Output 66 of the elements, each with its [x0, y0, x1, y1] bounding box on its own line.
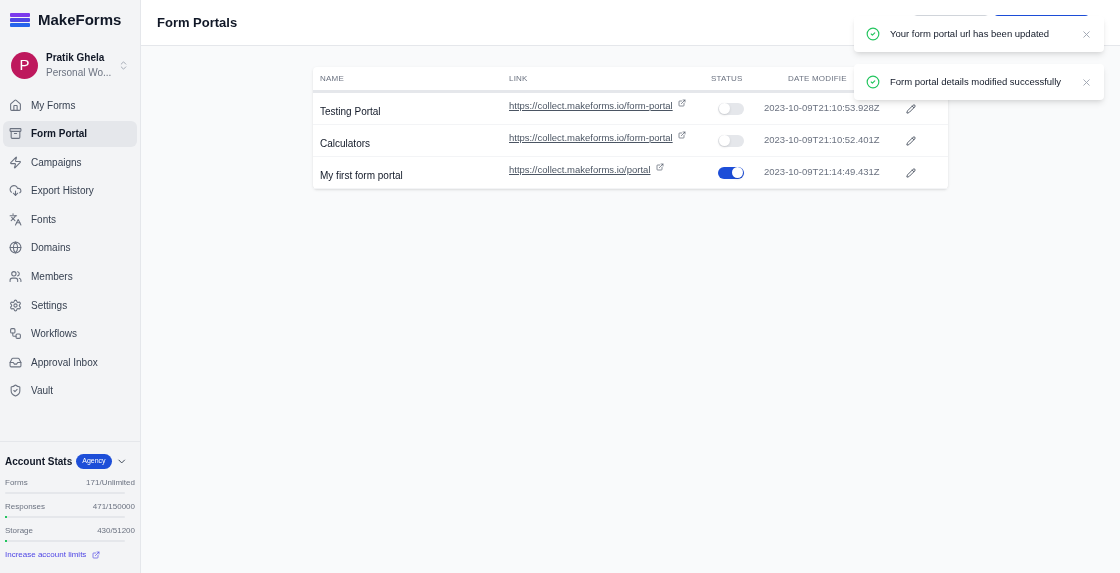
sidebar-item[interactable]: Fonts [3, 206, 137, 233]
globe-icon [9, 241, 22, 255]
tray-icon [9, 127, 22, 141]
column-header: DATE MODIFIE [788, 72, 847, 85]
column-header: STATUS [711, 72, 744, 85]
external-link-icon[interactable] [677, 99, 686, 108]
translate-icon [9, 212, 22, 226]
date-modified: 2023-10-09T21:10:53.928Z [764, 101, 881, 116]
shield-icon [9, 384, 22, 398]
portal-name: Calculators [319, 136, 372, 151]
sidebar-item[interactable]: Export History [3, 177, 137, 204]
workspace-name: Personal Wo... [46, 66, 110, 80]
sidebar-item[interactable]: My Forms [3, 92, 137, 118]
stat-value: 430/51200 [97, 525, 135, 537]
status-toggle[interactable] [718, 102, 744, 115]
sidebar-item[interactable]: Approval Inbox [3, 349, 137, 376]
portal-link[interactable]: https://collect.makeforms.io/form-portal [509, 131, 673, 146]
stat-label: Storage [5, 525, 34, 537]
portal-name: My first form portal [319, 168, 404, 183]
external-link-icon[interactable] [92, 551, 101, 559]
user-name: Pratik Ghela [46, 51, 106, 65]
settings-icon [9, 298, 22, 312]
close-icon[interactable] [1081, 76, 1092, 88]
lightning-icon [9, 155, 22, 169]
brand-name: MakeForms [38, 9, 122, 30]
cloud-download-icon [9, 184, 22, 198]
inbox-icon [9, 355, 22, 369]
toast-message: Form portal details modified successfully [890, 74, 1063, 89]
chevrons-icon[interactable] [118, 59, 129, 71]
user-avatar: P [11, 51, 38, 79]
sidebar-item[interactable]: Settings [3, 292, 137, 319]
users-icon [9, 270, 22, 284]
edit-icon[interactable] [906, 103, 916, 114]
external-link-icon[interactable] [655, 163, 664, 172]
sidebar-item[interactable]: Vault [3, 377, 137, 404]
toast-message: Your form portal url has been updated [890, 26, 1051, 41]
stat-value: 471/150000 [92, 501, 135, 513]
external-link-icon[interactable] [677, 131, 686, 140]
sidebar-item[interactable]: Domains [3, 234, 137, 261]
date-modified: 2023-10-09T21:14:49.431Z [764, 165, 881, 180]
stat-label: Forms [5, 477, 28, 489]
check-circle-icon [866, 27, 880, 41]
column-header: LINK [509, 72, 529, 85]
increase-limits-link[interactable]: Increase account limits [5, 549, 87, 561]
edit-icon[interactable] [906, 167, 916, 178]
portal-name: Testing Portal [319, 104, 382, 119]
edit-icon[interactable] [906, 135, 916, 146]
column-header: NAME [319, 72, 345, 85]
home-icon [9, 98, 22, 112]
logo-icon [10, 13, 30, 27]
stat-value: 171/Unlimited [86, 477, 135, 489]
close-icon[interactable] [1081, 28, 1092, 40]
portal-link[interactable]: https://collect.makeforms.io/portal [509, 163, 651, 178]
status-toggle[interactable] [718, 134, 744, 147]
stat-label: Responses [5, 501, 46, 513]
status-toggle[interactable] [718, 166, 744, 179]
sidebar-item[interactable]: Workflows [3, 320, 137, 347]
check-circle-icon [866, 75, 880, 89]
date-modified: 2023-10-09T21:10:52.401Z [764, 133, 881, 148]
page-title: Form Portals [157, 13, 238, 32]
sidebar-item[interactable]: Members [3, 263, 137, 290]
sidebar-item[interactable]: Campaigns [3, 149, 137, 176]
workflow-icon [9, 327, 22, 341]
portal-link[interactable]: https://collect.makeforms.io/form-portal [509, 99, 673, 114]
sidebar-item[interactable]: Form Portal [3, 120, 137, 147]
section-title: Account Stats [5, 455, 73, 469]
